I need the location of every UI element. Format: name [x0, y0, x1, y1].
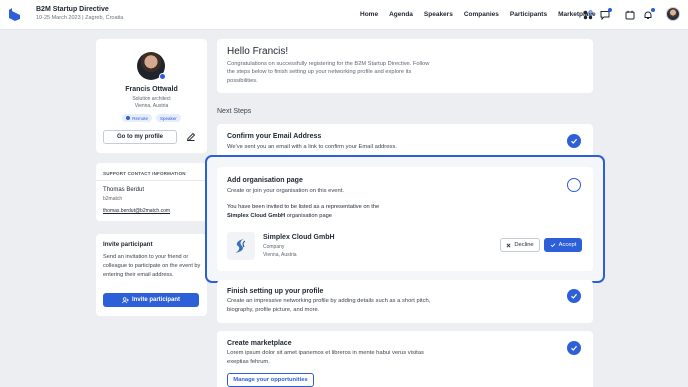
step-profile-check-icon: [567, 289, 581, 303]
calendar-icon[interactable]: [624, 9, 636, 21]
step-marketplace-title: Create marketplace: [227, 340, 292, 347]
invite-participant-button[interactable]: Invite participant: [103, 293, 199, 307]
company-type: Company: [263, 244, 285, 250]
nav-home[interactable]: Home: [360, 11, 378, 18]
add-user-icon: [122, 296, 129, 303]
welcome-card: Hello Francis! Congratulations on succes…: [217, 39, 593, 93]
decline-button[interactable]: Decline: [500, 238, 540, 252]
nav-participants[interactable]: Participants: [510, 11, 547, 18]
step-add-organisation: Add organisation page Create or join you…: [217, 167, 593, 271]
manage-opportunities-button[interactable]: Manage your opportunities: [227, 373, 314, 387]
profile-name: Francis Ottwald: [125, 86, 178, 93]
notification-badge-icon: [651, 8, 655, 12]
invite-description: Send an invitation to your friend or col…: [103, 254, 201, 278]
close-icon: [506, 243, 511, 247]
nav-agenda[interactable]: Agenda: [389, 11, 413, 18]
b2match-logo-icon[interactable]: [9, 8, 20, 21]
company-name: Simplex Cloud GmbH: [263, 234, 335, 241]
support-email-link[interactable]: thomas.berdut@b2match.com: [103, 208, 170, 214]
step-profile-title: Finish setting up your profile: [227, 288, 324, 295]
tag-remote: Remote: [122, 114, 152, 122]
event-title: B2M Startup Directive: [36, 6, 109, 13]
user-avatar[interactable]: [666, 7, 680, 21]
welcome-text: Congratulations on successfully register…: [227, 61, 430, 84]
step-create-marketplace: Create marketplace Lorem ipsum dolor sit…: [217, 331, 593, 387]
chat-icon[interactable]: [599, 8, 612, 21]
profile-location: Vienna, Austria: [134, 103, 169, 109]
profile-role: Solution architect: [132, 96, 171, 102]
nav-speakers[interactable]: Speakers: [424, 11, 453, 18]
edit-pencil-icon[interactable]: [186, 132, 196, 142]
event-subtitle: 10-25 March 2023 | Zagreb, Croatia: [36, 15, 124, 21]
profile-tags: Remote Speaker: [96, 114, 207, 122]
support-name: Thomas Berdut: [103, 187, 145, 193]
nav-companies[interactable]: Companies: [464, 11, 499, 18]
support-org: b2match: [103, 196, 123, 202]
step-profile-text: Create an impressive networking profile …: [227, 298, 431, 313]
org-invite-text: You have been invited to be listed as a …: [227, 204, 380, 219]
support-contact-card: SUPPORT CONTACT INFORMATION Thomas Berdu…: [96, 163, 207, 221]
bell-icon[interactable]: [642, 8, 655, 21]
tag-speaker: Speaker: [156, 114, 181, 122]
top-navigation-bar: B2M Startup Directive 10-25 March 2023 |…: [0, 0, 688, 30]
next-steps-heading: Next Steps: [217, 108, 252, 115]
remote-icon: [126, 116, 131, 120]
company-location: Vienna, Austria: [263, 252, 297, 258]
check-icon: [550, 243, 555, 248]
invite-title: Invite participant: [103, 241, 153, 248]
profile-card: Francis Ottwald Solution architect Vienn…: [96, 39, 207, 153]
step-email-title: Confirm your Email Address: [227, 133, 322, 140]
support-heading: SUPPORT CONTACT INFORMATION: [103, 171, 186, 176]
online-status-icon: [159, 73, 166, 80]
step-org-pending-icon: [567, 178, 581, 192]
step-email-text: We've sent you an email with a link to c…: [227, 144, 397, 150]
invite-participant-card: Invite participant Send an invitation to…: [96, 234, 207, 316]
chat-badge-icon: [608, 8, 612, 12]
accept-button[interactable]: Accept: [544, 238, 582, 252]
go-to-profile-button[interactable]: Go to my profile: [103, 130, 177, 144]
company-logo: [227, 232, 255, 260]
profile-avatar: [137, 52, 166, 80]
step-org-title: Add organisation page: [227, 177, 303, 184]
step-email-check-icon: [567, 134, 581, 148]
welcome-title: Hello Francis!: [227, 46, 289, 57]
main-nav: Home Agenda Speakers Companies Participa…: [360, 11, 596, 18]
step-org-text: Create or join your organisation on this…: [227, 188, 344, 194]
divider: [96, 180, 207, 181]
step-marketplace-text: Lorem ipsum dolor sit amet ipanemos et l…: [227, 350, 424, 365]
apps-icon[interactable]: [582, 9, 594, 21]
step-finish-profile: Finish setting up your profile Create an…: [217, 280, 593, 323]
simplex-cloud-logo-icon: [235, 239, 246, 253]
step-marketplace-check-icon: [567, 341, 581, 355]
